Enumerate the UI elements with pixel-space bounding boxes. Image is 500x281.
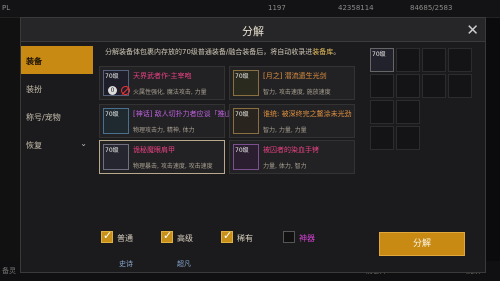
decompose-description: 分解装备体包裹内存放的70级普通装备/融合装备后，将自动收录进装备库。 [105,48,341,56]
item-name: 被囚者的染血手铐 [263,146,319,154]
item-icon: 70级 0 [103,70,130,96]
tab-title-pet[interactable]: 称号/宠物 [21,102,93,130]
chevron-down-icon: ⌄ [80,139,87,148]
item-card[interactable]: 70级 被囚者的染血手铐 力量, 体力, 智力 [229,140,355,174]
item-stats: 物理暴击, 攻击速度, 攻击速度 [133,163,213,170]
item-icon: 70级 [103,108,129,134]
grid-slot[interactable] [370,74,394,98]
item-stats: 智力, 力量, 力量 [263,127,307,134]
tab-restore[interactable]: 恢复 ⌄ [21,130,93,158]
item-card[interactable]: 70级 谁统: 被深终完之鳌涂未光劲 智力, 力量, 力量 [229,104,355,138]
transcendent-label: 超凡 [177,260,191,268]
grid-slot[interactable] [396,48,420,72]
item-icon: 70级 [233,70,259,96]
lock-icon [121,86,130,95]
check-icon: ✓ [223,229,233,242]
item-icon: 70级 [233,144,259,170]
grid-slot[interactable] [370,126,394,150]
grid-slot[interactable] [448,48,472,72]
grid-slot[interactable] [396,100,420,124]
currency-stat-2: 42358114 [338,4,374,12]
item-icon: 70级 [233,108,259,134]
item-icon: 70级 [103,144,129,170]
game-left-panel [0,18,20,281]
grid-slot[interactable]: 70级 [370,48,394,72]
category-tabs: 装备 装扮 称号/宠物 恢复 ⌄ [21,46,93,158]
item-card[interactable]: 70级 0 天界武者作-主宰咆 火属性强化, 魔法攻击, 力量 [99,66,225,100]
item-card[interactable]: 70级 [月之] 潜流遗生光剑 智力, 攻击速度, 施放速度 [229,66,355,100]
tab-costume[interactable]: 装扮 [21,74,93,102]
equipment-library-highlight: 装备库 [312,48,334,56]
item-name: 诡秘魔眼肩甲 [133,146,175,154]
top-left-label: PL [2,4,11,12]
currency-stat-1: 1197 [268,4,286,12]
item-name: 谁统: 被深终完之鳌涂未光劲 [263,110,352,118]
item-name: 天界武者作-主宰咆 [133,72,192,80]
currency-stat-3: 84685/2583 [410,4,453,12]
grid-slot[interactable] [370,100,394,124]
grid-slot[interactable] [448,74,472,98]
item-stats: 力量, 体力, 智力 [263,163,307,170]
grid-slot[interactable] [396,74,420,98]
item-name: [月之] 潜流遗生光剑 [263,72,327,80]
item-stats: 智力, 攻击速度, 施放速度 [263,89,331,96]
item-card[interactable]: 70级 [神话] 敌人切扑力者应谈「推山影钻」 物理攻击力, 精神, 体力 [99,104,253,138]
item-card-selected[interactable]: 70级 诡秘魔眼肩甲 物理暴击, 攻击速度, 攻击速度 [99,140,225,174]
tab-equipment[interactable]: 装备 [21,46,93,74]
grid-slot[interactable] [396,126,420,150]
grid-slot[interactable] [422,74,446,98]
dialog-title: 分解 [242,25,264,38]
game-top-bar: PL 1197 42358114 84685/2583 [0,0,500,18]
decompose-button[interactable]: 分解 [379,232,465,256]
grid-slot[interactable] [422,48,446,72]
dialog-header: 分解 ✕ [21,18,485,42]
checkbox[interactable]: ✓ [161,229,173,243]
close-button[interactable]: ✕ [466,21,479,39]
bottom-left-label: 备灵 [2,267,16,275]
checkbox[interactable]: ✓ [101,229,113,243]
check-icon: ✓ [103,229,113,242]
checkbox[interactable]: ✓ [221,229,233,243]
decompose-dialog: 分解 ✕ 装备 装扮 称号/宠物 恢复 ⌄ 分解装备体包裹内存放的70级普通装备/… [20,17,486,273]
count-badge: 0 [108,86,117,95]
epic-label: 史诗 [119,260,133,268]
checkbox[interactable] [283,231,295,243]
item-stats: 火属性强化, 魔法攻击, 力量 [133,89,207,96]
check-icon: ✓ [163,229,173,242]
item-stats: 物理攻击力, 精神, 体力 [133,127,195,134]
